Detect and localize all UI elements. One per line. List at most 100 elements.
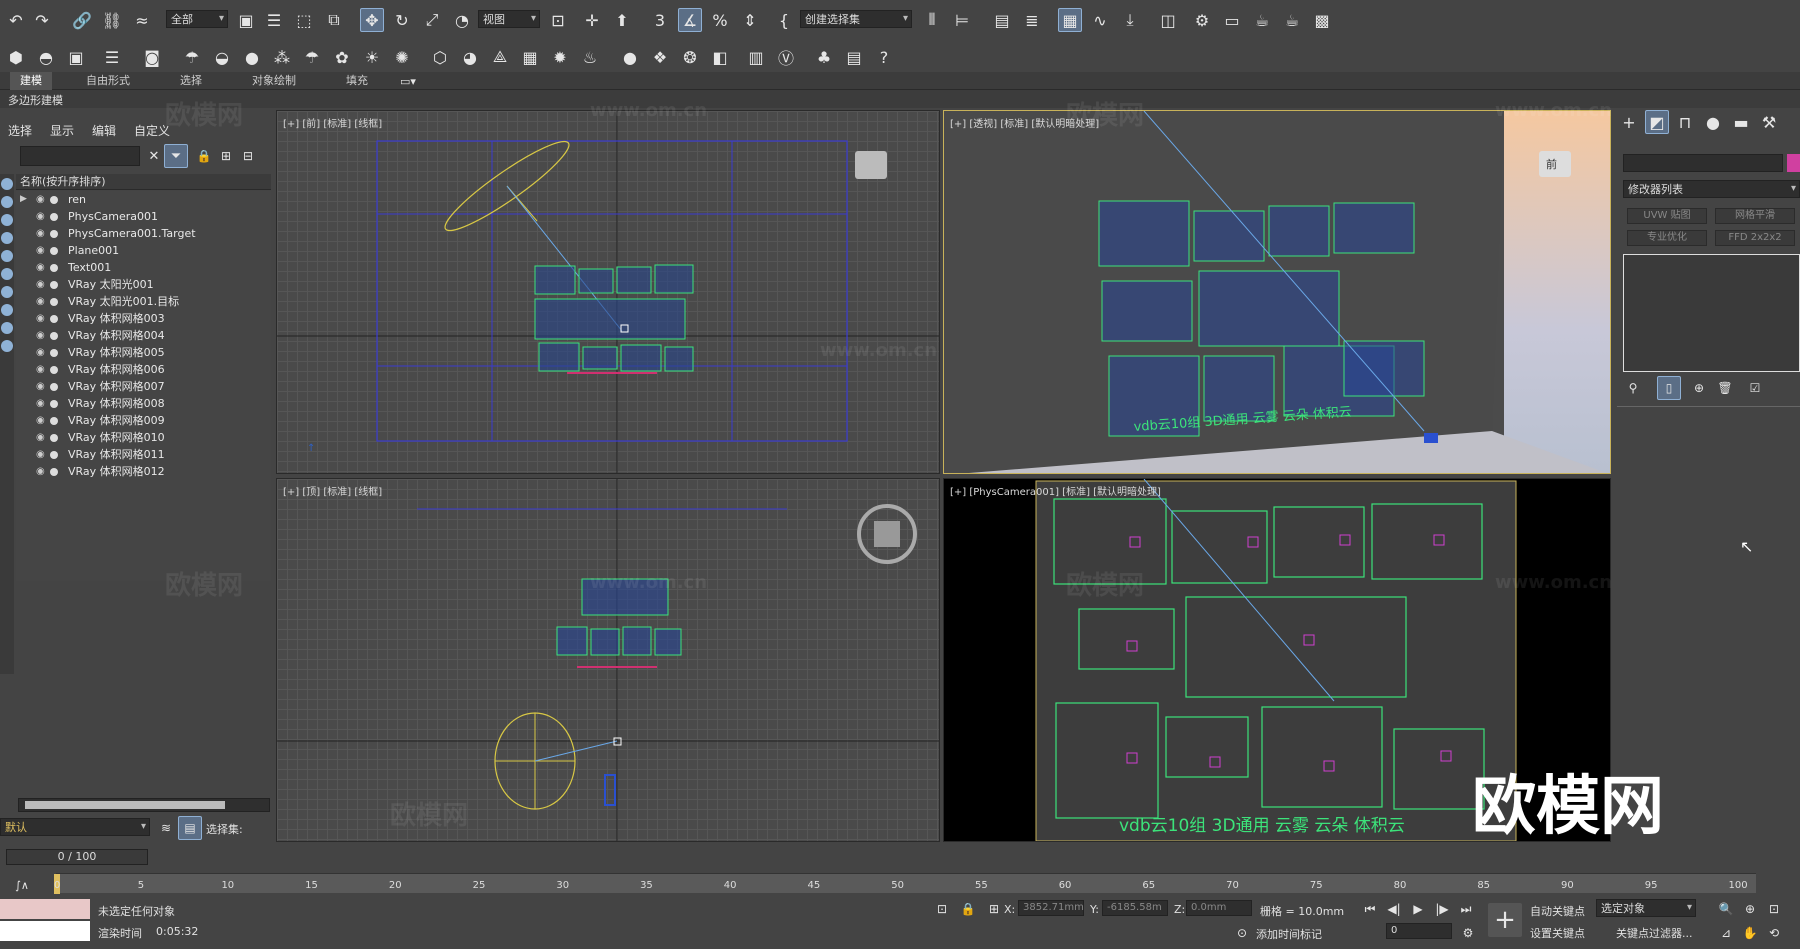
rendered-frame-icon[interactable]: ▭ [1220,8,1244,32]
zoom-all-icon[interactable]: ⊕ [1738,897,1762,921]
clear-search-icon[interactable]: ✕ [142,144,166,168]
timeline-ruler[interactable]: 0 5 10 15 20 25 30 35 40 45 50 55 60 65 70 75 80 85 90 95 10… [54,873,1756,894]
visibility-eye-icon[interactable]: ◉ [36,344,45,361]
render-setup-icon[interactable]: ⚙ [1190,8,1214,32]
fire-icon[interactable]: ♨ [578,45,602,69]
vray-render-icon[interactable]: ▣ [64,45,88,69]
selection-lock-icon[interactable]: 🔒 [956,897,980,921]
list-item[interactable]: ◉ VRay 体积网格003 [16,310,271,327]
filter-spacewarps-icon[interactable] [1,268,13,280]
prev-frame-icon[interactable]: ◀| [1382,897,1406,921]
decal-icon[interactable]: ✹ [548,45,572,69]
object-name-field[interactable] [1623,154,1783,172]
visibility-eye-icon[interactable]: ◉ [36,310,45,327]
forest-icon[interactable]: ♣ [812,45,836,69]
schematic-view-icon[interactable]: ⤓ [1118,8,1142,32]
create-tab-icon[interactable]: + [1617,110,1641,134]
render-cloud-icon[interactable]: ▩ [1310,8,1334,32]
goto-end-icon[interactable]: ⏭ [1454,897,1478,921]
sun-light-icon[interactable]: ☀ [360,45,384,69]
rect-region-icon[interactable]: ⬚ [292,8,316,32]
angle-snap-icon[interactable]: ∡ [678,8,702,32]
tab-freeform[interactable]: 自由形式 [76,72,140,90]
goto-start-icon[interactable]: ⏮ [1358,897,1382,921]
select-by-name-icon[interactable]: ☰ [262,8,286,32]
sphere-light-icon[interactable]: ● [240,45,264,69]
set-key-button[interactable]: 设置关键点 [1530,925,1585,941]
visibility-eye-icon[interactable]: ◉ [36,412,45,429]
ref-coord-dropdown[interactable]: 视图 [478,10,540,28]
spinner-snap-icon[interactable]: ⇕ [738,8,762,32]
list-item[interactable]: ◉ PhysCamera001.Target [16,225,271,242]
curve-mini-icon[interactable]: ∫∧ [10,873,34,897]
viewport-camera-label[interactable]: [+] [PhysCamera001] [标准] [默认明暗处理] [950,483,1161,498]
list-item[interactable]: ◉ VRay 太阳光001.目标 [16,293,271,310]
list-item[interactable]: ◉ VRay 体积网格007 [16,378,271,395]
viewport-perspective[interactable]: [+] [透视] [标准] [默认明暗处理] vdb云10组 3D通用 云雾 云… [943,110,1611,474]
volume-grid-icon[interactable]: ▦ [518,45,542,69]
multi-material-icon[interactable]: ❖ [648,45,672,69]
notes-icon[interactable]: ▤ [842,45,866,69]
pivot-center-icon[interactable]: ⊡ [546,8,570,32]
zoom-extents-icon[interactable]: ⊡ [1762,897,1786,921]
proxy-icon[interactable]: ⬡ [428,45,452,69]
omni-light-icon[interactable]: ☂ [180,45,204,69]
filter-shapes-icon[interactable] [1,196,13,208]
add-time-tag[interactable]: 添加时间标记 [1256,926,1322,942]
tab-populate[interactable]: 填充 [336,72,378,90]
list-item[interactable]: ◉ VRay 体积网格011 [16,446,271,463]
viewport-front[interactable]: [+] [前] [标准] [线框] ↑ [276,110,940,474]
menu-edit[interactable]: 编辑 [92,122,116,139]
fur-icon[interactable]: ◕ [458,45,482,69]
visibility-eye-icon[interactable]: ◉ [36,225,45,242]
key-mode-dropdown[interactable]: 选定对象 [1596,899,1696,917]
set-key-icon[interactable]: + [1488,903,1522,937]
link-icon[interactable]: 🔗 [70,8,94,32]
list-item[interactable]: ◉ VRay 体积网格008 [16,395,271,412]
visibility-eye-icon[interactable]: ◉ [36,242,45,259]
named-selection-dropdown[interactable]: 创建选择集 [800,10,912,28]
visibility-eye-icon[interactable]: ◉ [36,208,45,225]
filter-icon[interactable]: ⏷ [164,144,188,168]
select-object-icon[interactable]: ▣ [234,8,258,32]
z-coord-field[interactable]: 0.0mm [1186,900,1252,916]
pan-icon[interactable]: ✋ [1738,921,1762,945]
visibility-eye-icon[interactable]: ◉ [36,378,45,395]
selection-set-icon[interactable]: ▤ [178,816,202,840]
scrollbar-thumb[interactable] [25,801,225,809]
list-item[interactable]: ◉ PhysCamera001 [16,208,271,225]
tab-modeling[interactable]: 建模 [10,72,52,90]
expand-arrow-icon[interactable]: ▶ [20,191,27,208]
list-item[interactable]: ◉ Text001 [16,259,271,276]
zoom-icon[interactable]: 🔍 [1714,897,1738,921]
maxscript-input[interactable] [0,921,90,941]
material-editor-icon[interactable]: ◫ [1156,8,1180,32]
convert-material-icon[interactable]: ◧ [708,45,732,69]
motion-tab-icon[interactable]: ● [1701,110,1725,134]
next-frame-icon[interactable]: |▶ [1430,897,1454,921]
layer-explorer-icon[interactable]: ▤ [990,8,1014,32]
toggle-ribbon-icon[interactable]: ≣ [1020,8,1044,32]
play-icon[interactable]: ▶ [1406,897,1430,921]
object-color-swatch[interactable] [1787,154,1800,172]
maxscript-listener[interactable] [0,899,90,919]
utilities-tab-icon[interactable]: ⚒ [1757,110,1781,134]
curve-editor-icon[interactable]: ∿ [1088,8,1112,32]
filter-bones-icon[interactable] [1,322,13,334]
list-item[interactable]: ◉ VRay 体积网格006 [16,361,271,378]
auto-key-button[interactable]: 自动关键点 [1530,903,1585,919]
pin-stack-icon[interactable]: ⚲ [1621,376,1645,400]
filter-groups-icon[interactable] [1,286,13,298]
list-item[interactable]: ◉ VRay 太阳光001 [16,276,271,293]
plane-icon[interactable]: ⟁ [488,45,512,69]
viewport-perspective-label[interactable]: [+] [透视] [标准] [默认明暗处理] [950,115,1099,130]
keyboard-shortcut-icon[interactable]: ⬆ [610,8,634,32]
vray-settings-icon[interactable]: ☰ [100,45,124,69]
hierarchy-icon[interactable]: ⊞ [214,144,238,168]
visibility-eye-icon[interactable]: ◉ [36,327,45,344]
visibility-eye-icon[interactable]: ◉ [36,259,45,276]
visibility-eye-icon[interactable]: ◉ [36,361,45,378]
filter-geometry-icon[interactable] [1,178,13,190]
x-coord-field[interactable]: 3852.71mm [1018,900,1084,916]
display-tab-icon[interactable]: ▬ [1729,110,1753,134]
